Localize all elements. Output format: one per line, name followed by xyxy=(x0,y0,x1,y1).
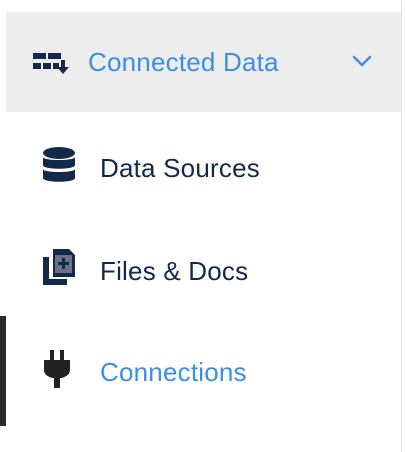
nav-item-label: Files & Docs xyxy=(100,256,249,286)
nav-item-label: Data Sources xyxy=(100,153,260,183)
panel-divider xyxy=(401,0,402,452)
chevron-down-icon[interactable] xyxy=(352,54,372,68)
nav-item-connections[interactable]: Connections xyxy=(0,320,401,420)
nav-group-label: Connected Data xyxy=(88,47,279,77)
data-transfer-icon xyxy=(31,51,69,77)
nav-item-data-sources[interactable]: Data Sources xyxy=(0,116,401,216)
database-icon xyxy=(41,146,77,186)
nav-group-connected-data[interactable]: Connected Data xyxy=(6,12,401,112)
nav-item-files-docs[interactable]: Files & Docs xyxy=(0,219,401,319)
sidebar-nav: Connected Data Data Sources Files & Docs… xyxy=(0,0,401,452)
nav-item-label: Connections xyxy=(100,357,247,387)
page: Connected Data Data Sources Files & Docs… xyxy=(0,0,406,452)
plug-icon xyxy=(43,350,71,390)
add-document-icon xyxy=(41,247,77,287)
